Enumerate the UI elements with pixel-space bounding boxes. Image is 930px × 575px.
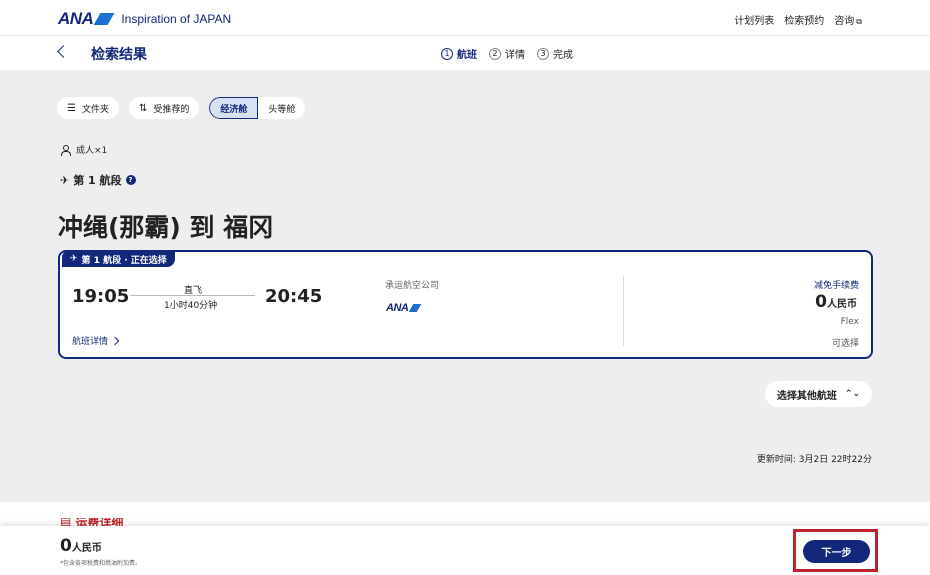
airplane-icon: ✈ bbox=[60, 173, 70, 187]
chevron-updown-icon: ⌃⌄ bbox=[844, 389, 860, 399]
nav-search-booking[interactable]: 检索预约 bbox=[784, 12, 824, 27]
fare-notice-label: 运费详细 bbox=[75, 518, 124, 526]
fare-price: 0人民币 bbox=[815, 292, 857, 312]
step-number: 2 bbox=[489, 47, 501, 60]
cabin-toggle: 经济舱 头等舱 bbox=[209, 97, 306, 119]
segment-tag-label: 第 1 航段 · 正在选择 bbox=[81, 255, 167, 266]
card-divider bbox=[623, 276, 624, 346]
availability-status: 可选择 bbox=[831, 339, 859, 349]
fare-amount: 0 bbox=[815, 292, 827, 312]
segment-heading: ✈ 第 1 航段 ? bbox=[60, 172, 136, 188]
logo-text: ANA bbox=[58, 9, 94, 28]
carrier-logo-mark-icon bbox=[409, 304, 421, 312]
progress-steps: 1 航班 2 详情 3 完成 bbox=[441, 46, 573, 61]
ana-logo[interactable]: ANA Inspiration of JAPAN bbox=[58, 9, 231, 29]
document-icon: ▤ bbox=[60, 518, 72, 526]
sort-label: 受推荐的 bbox=[153, 104, 190, 115]
top-header: ANA Inspiration of JAPAN 计划列表 检索预约 咨询 ⧉ bbox=[0, 0, 930, 36]
tagline: Inspiration of JAPAN bbox=[121, 12, 232, 26]
person-icon bbox=[60, 144, 71, 156]
cabin-first-option[interactable]: 头等舱 bbox=[258, 97, 305, 119]
page-title: 检索结果 bbox=[91, 47, 147, 63]
list-icon: ☰ bbox=[67, 102, 76, 114]
next-button[interactable]: 下一步 bbox=[803, 540, 870, 563]
segment-label: 第 1 航段 bbox=[73, 174, 122, 187]
step-label: 完成 bbox=[553, 50, 573, 61]
logo-mark-icon bbox=[94, 13, 114, 25]
passenger-count: 成人×1 bbox=[60, 143, 107, 156]
flight-line bbox=[130, 295, 255, 296]
footer-bar: 0人民币 *包含各项税费和燃油附加费。 下一步 bbox=[0, 526, 930, 575]
nav-inquiry[interactable]: 咨询 ⧉ bbox=[834, 12, 862, 27]
fare-class: Flex bbox=[840, 317, 859, 327]
carrier-label: 承运航空公司 bbox=[385, 281, 440, 291]
select-other-flights-label: 选择其他航班 bbox=[776, 390, 837, 402]
flight-card[interactable]: ✈ 第 1 航段 · 正在选择 19:05 直飞 1小时40分钟 20:45 航… bbox=[58, 250, 873, 359]
segment-tag: ✈ 第 1 航段 · 正在选择 bbox=[62, 251, 175, 267]
step-details: 2 详情 bbox=[489, 46, 525, 61]
step-complete: 3 完成 bbox=[537, 46, 573, 61]
sub-header: 检索结果 1 航班 2 详情 3 完成 bbox=[0, 36, 930, 70]
step-flight: 1 航班 bbox=[441, 46, 477, 61]
step-number: 3 bbox=[537, 47, 549, 60]
top-nav: 计划列表 检索预约 咨询 ⧉ bbox=[734, 12, 862, 27]
select-other-flights-button[interactable]: 选择其他航班 ⌃⌄ bbox=[764, 381, 872, 407]
total-amount: 0 bbox=[60, 536, 72, 556]
fee-waiver-label: 减免手续费 bbox=[813, 281, 859, 291]
sort-icon: ⇅ bbox=[138, 102, 148, 114]
step-label: 详情 bbox=[505, 50, 525, 61]
folder-label: 文件夹 bbox=[81, 104, 109, 115]
route-title: 冲绳(那霸) 到 福冈 bbox=[58, 213, 274, 242]
update-time: 更新时间: 3月2日 22时22分 bbox=[756, 455, 872, 465]
cabin-economy-option[interactable]: 经济舱 bbox=[209, 97, 259, 119]
step-label: 航班 bbox=[457, 50, 477, 61]
arrival-time: 20:45 bbox=[265, 286, 323, 307]
total-price: 0人民币 bbox=[60, 536, 102, 556]
nav-plan-list[interactable]: 计划列表 bbox=[734, 12, 774, 27]
sort-button[interactable]: ⇅ 受推荐的 bbox=[128, 97, 200, 119]
chevron-right-icon bbox=[110, 336, 120, 345]
folder-button[interactable]: ☰ 文件夹 bbox=[57, 97, 119, 119]
next-button-highlight: 下一步 bbox=[793, 529, 878, 572]
back-arrow-icon[interactable] bbox=[55, 43, 69, 61]
carrier-logo-text: ANA bbox=[386, 302, 409, 314]
airplane-icon: ✈ bbox=[70, 254, 78, 264]
fare-notice-heading: ▤ 运费详细 bbox=[60, 518, 123, 526]
results-area: ☰ 文件夹 ⇅ 受推荐的 经济舱 头等舱 成人×1 ✈ 第 1 航段 ? 冲绳(… bbox=[0, 70, 930, 502]
total-unit: 人民币 bbox=[71, 543, 102, 554]
filter-bar: ☰ 文件夹 ⇅ 受推荐的 经济舱 头等舱 bbox=[57, 97, 306, 119]
step-number: 1 bbox=[441, 47, 453, 60]
departure-time: 19:05 bbox=[72, 286, 130, 307]
fare-unit: 人民币 bbox=[827, 299, 857, 310]
nav-inquiry-label: 咨询 bbox=[834, 16, 855, 27]
flight-details-label: 航班详情 bbox=[72, 337, 109, 347]
external-link-icon: ⧉ bbox=[856, 17, 862, 26]
passenger-label: 成人×1 bbox=[76, 146, 108, 156]
flight-details-link[interactable]: 航班详情 bbox=[72, 334, 120, 347]
carrier-logo: ANA bbox=[386, 302, 421, 314]
help-icon[interactable]: ? bbox=[125, 175, 136, 185]
price-note: *包含各项税费和燃油附加费。 bbox=[60, 560, 142, 567]
flight-duration: 1小时40分钟 bbox=[164, 301, 218, 311]
